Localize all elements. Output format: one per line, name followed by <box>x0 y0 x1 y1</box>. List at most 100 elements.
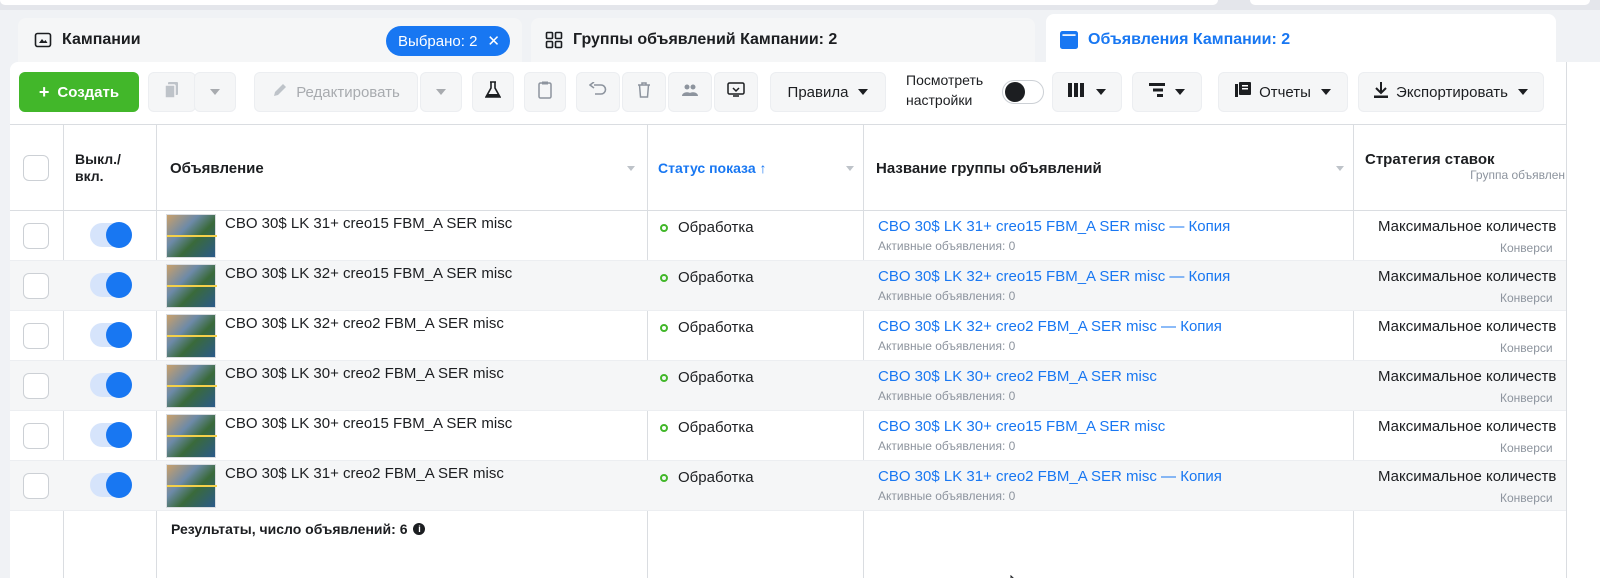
status-dot-icon <box>660 273 668 282</box>
row-checkbox[interactable] <box>23 223 49 249</box>
row-checkbox[interactable] <box>23 373 49 399</box>
delivery-status-label: Обработка <box>678 419 754 436</box>
delivery-status: Обработка <box>660 469 754 486</box>
view-settings-line1: Посмотреть <box>906 72 984 88</box>
ad-thumbnail[interactable] <box>166 214 217 258</box>
breakdown-button[interactable] <box>1132 72 1202 112</box>
row-checkbox[interactable] <box>23 473 49 499</box>
table-row[interactable]: CBO 30$ LK 32+ creo2 FBM_A SER misc Обра… <box>10 311 1566 361</box>
chevron-down-icon <box>1320 89 1331 95</box>
row-checkbox[interactable] <box>23 273 49 299</box>
adset-link[interactable]: CBO 30$ LK 30+ creo2 FBM_A SER misc <box>878 368 1157 385</box>
clear-selection-icon[interactable]: ✕ <box>487 32 500 50</box>
header-bid-strategy[interactable]: Стратегия ставок Группа объявлен <box>1365 125 1565 211</box>
sort-icon[interactable] <box>627 166 635 171</box>
ad-toggle[interactable] <box>90 272 132 298</box>
ad-thumbnail[interactable] <box>166 314 217 358</box>
header-toggle-line2: вкл. <box>75 168 104 184</box>
adset-link[interactable]: CBO 30$ LK 30+ creo15 FBM_A SER misc <box>878 418 1165 435</box>
ad-toggle[interactable] <box>90 322 132 348</box>
bid-strategy-sub: Конверси <box>1500 391 1553 405</box>
tab-ads[interactable]: Объявления Кампании: 2 <box>1046 14 1556 66</box>
undo-button[interactable] <box>576 72 620 112</box>
edit-dropdown[interactable] <box>420 72 462 112</box>
chevron-down-icon <box>436 89 446 95</box>
duplicate-button[interactable] <box>148 72 196 112</box>
table-row[interactable]: CBO 30$ LK 30+ creo2 FBM_A SER misc Обра… <box>10 361 1566 411</box>
columns-button[interactable] <box>1052 72 1122 112</box>
sort-icon[interactable] <box>846 166 854 171</box>
tab-campaigns-label: Кампании <box>62 31 141 48</box>
ad-toggle[interactable] <box>90 472 132 498</box>
ad-thumbnail[interactable] <box>166 364 217 408</box>
tab-campaigns[interactable]: Кампании Выбрано: 2 ✕ <box>18 18 522 62</box>
export-button[interactable]: Экспортировать <box>1358 72 1544 112</box>
trash-icon <box>637 82 651 102</box>
delete-button[interactable] <box>622 72 666 112</box>
ad-thumbnail[interactable] <box>166 264 217 308</box>
edit-button[interactable]: Редактировать <box>254 72 418 112</box>
ad-toggle[interactable] <box>90 422 132 448</box>
table-row[interactable]: CBO 30$ LK 32+ creo15 FBM_A SER misc Обр… <box>10 261 1566 311</box>
ad-icon <box>1060 31 1078 49</box>
bid-strategy: Максимальное количеств <box>1378 468 1557 485</box>
header-ad[interactable]: Объявление <box>170 125 264 211</box>
create-button-label: Создать <box>57 83 120 101</box>
chevron-down-icon <box>858 89 869 95</box>
tab-adsets-label: Группы объявлений Кампании: 2 <box>573 31 838 48</box>
select-all-checkbox[interactable] <box>23 155 49 181</box>
clipboard-button[interactable] <box>524 72 566 112</box>
delivery-status-label: Обработка <box>678 469 754 486</box>
ad-name[interactable]: CBO 30$ LK 32+ creo2 FBM_A SER misc <box>225 315 504 332</box>
ads-panel: + Создать Редактировать Правила Посмотре… <box>10 62 1566 578</box>
header-status-label: Статус показа ↑ <box>658 160 767 176</box>
header-adset-name[interactable]: Название группы объявлений <box>876 125 1102 211</box>
header-status[interactable]: Статус показа ↑ <box>658 125 767 211</box>
header-bid-strategy-sub: Группа объявлен <box>1470 168 1565 182</box>
table-row[interactable]: CBO 30$ LK 30+ creo15 FBM_A SER misc Обр… <box>10 411 1566 461</box>
ad-name[interactable]: CBO 30$ LK 30+ creo2 FBM_A SER misc <box>225 365 504 382</box>
ad-thumbnail[interactable] <box>166 464 217 508</box>
tab-adsets[interactable]: Группы объявлений Кампании: 2 <box>531 18 1035 62</box>
table-row[interactable]: CBO 30$ LK 31+ creo2 FBM_A SER misc Обра… <box>10 461 1566 511</box>
flask-icon <box>484 81 502 103</box>
ad-toggle[interactable] <box>90 222 132 248</box>
ad-name[interactable]: CBO 30$ LK 31+ creo2 FBM_A SER misc <box>225 465 504 482</box>
adset-link[interactable]: CBO 30$ LK 31+ creo2 FBM_A SER misc — Ко… <box>878 468 1222 485</box>
bid-strategy: Максимальное количеств <box>1378 418 1557 435</box>
ad-toggle[interactable] <box>90 372 132 398</box>
adset-link[interactable]: CBO 30$ LK 32+ creo15 FBM_A SER misc — К… <box>878 268 1230 285</box>
top-strip <box>0 0 1600 10</box>
results-summary: Результаты, число объявлений: 6 i <box>171 521 426 537</box>
view-settings-line2: настройки <box>906 92 973 108</box>
adset-link[interactable]: CBO 30$ LK 32+ creo2 FBM_A SER misc — Ко… <box>878 318 1222 335</box>
breakdown-icon <box>1149 83 1165 101</box>
ab-test-button[interactable] <box>472 72 514 112</box>
ad-name[interactable]: CBO 30$ LK 30+ creo15 FBM_A SER misc <box>225 415 512 432</box>
duplicate-dropdown[interactable] <box>194 72 236 112</box>
rules-button[interactable]: Правила <box>770 72 886 112</box>
ads-table: Выкл./ вкл. Объявление Статус показа ↑ Н… <box>10 124 1566 578</box>
ad-thumbnail[interactable] <box>166 414 217 458</box>
adset-active-ads: Активные объявления: 0 <box>878 289 1016 303</box>
sort-icon[interactable] <box>1336 166 1344 171</box>
row-checkbox[interactable] <box>23 323 49 349</box>
row-checkbox[interactable] <box>23 423 49 449</box>
chevron-down-icon <box>1096 89 1106 95</box>
audience-button[interactable] <box>668 72 712 112</box>
reports-button[interactable]: Отчеты <box>1218 72 1348 112</box>
adset-link[interactable]: CBO 30$ LK 31+ creo15 FBM_A SER misc — К… <box>878 218 1230 235</box>
ad-name[interactable]: CBO 30$ LK 31+ creo15 FBM_A SER misc <box>225 215 512 232</box>
preview-button[interactable] <box>714 72 758 112</box>
adset-active-ads: Активные объявления: 0 <box>878 339 1016 353</box>
adset-active-ads: Активные объявления: 0 <box>878 239 1016 253</box>
table-row[interactable]: CBO 30$ LK 31+ creo15 FBM_A SER misc Обр… <box>10 211 1566 261</box>
create-button[interactable]: + Создать <box>19 72 139 112</box>
view-settings-toggle[interactable] <box>1002 80 1044 104</box>
header-toggle: Выкл./ вкл. <box>75 125 145 211</box>
selected-badge[interactable]: Выбрано: 2 ✕ <box>386 26 510 56</box>
ad-name[interactable]: CBO 30$ LK 32+ creo15 FBM_A SER misc <box>225 265 512 282</box>
delivery-status: Обработка <box>660 319 754 336</box>
info-icon[interactable]: i <box>413 523 426 535</box>
grid-icon <box>545 31 563 49</box>
